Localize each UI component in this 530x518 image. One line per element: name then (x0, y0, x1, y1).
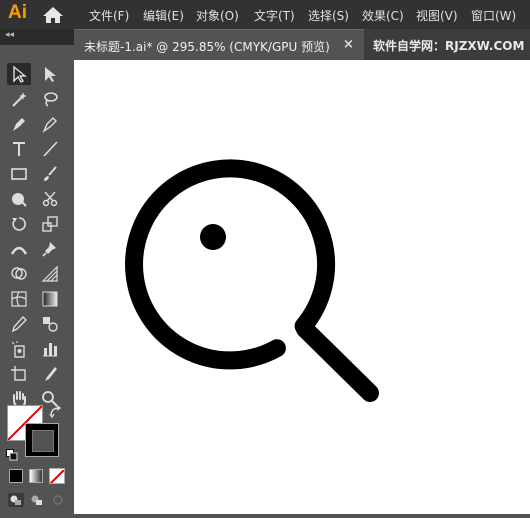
menu-object[interactable]: 对象(O) (196, 7, 239, 24)
line-segment-tool[interactable] (38, 138, 62, 160)
blend-tool[interactable] (38, 313, 62, 335)
pen-icon (13, 118, 25, 131)
slice-icon (45, 367, 57, 381)
artboard-canvas[interactable] (74, 60, 530, 514)
paintbrush-tool[interactable] (38, 163, 62, 185)
symbol-sprayer-tool[interactable] (7, 338, 31, 360)
lasso-icon (44, 92, 58, 107)
app-logo: Ai (8, 2, 27, 23)
selection-tool[interactable] (7, 63, 31, 85)
symbol-sprayer-icon (11, 341, 25, 358)
swap-fill-stroke-icon[interactable] (49, 404, 63, 423)
menu-bar: Ai 文件(F) 编辑(E) 对象(O) 文字(T) 选择(S) 效果(C) 视… (0, 0, 530, 29)
scissors-tool[interactable] (38, 188, 62, 210)
shape-builder-tool[interactable] (7, 263, 31, 285)
magic-wand-icon (12, 92, 27, 107)
color-mode-button[interactable] (9, 469, 23, 483)
magnifier-with-dot-icon[interactable] (74, 60, 530, 514)
magic-wand-tool[interactable] (7, 88, 31, 110)
direct-selection-icon (45, 67, 56, 82)
direct-selection-tool[interactable] (38, 63, 62, 85)
gradient-mode-button[interactable] (29, 469, 43, 483)
gradient-tool[interactable] (38, 288, 62, 310)
stroke-swatch[interactable] (25, 423, 59, 457)
rotate-icon (12, 217, 26, 231)
slice-tool[interactable] (38, 363, 62, 385)
none-slash-icon (50, 469, 64, 483)
menu-file[interactable]: 文件(F) (89, 7, 129, 24)
rotate-tool[interactable] (7, 213, 31, 235)
menu-window[interactable]: 窗口(W) (471, 7, 516, 24)
document-tab[interactable]: 未标题-1.ai* @ 295.85% (CMYK/GPU 预览) × (74, 29, 364, 61)
eyedropper-tool[interactable] (7, 313, 31, 335)
shaper-tool[interactable] (7, 188, 31, 210)
menu-edit[interactable]: 编辑(E) (143, 7, 184, 24)
collapse-icon: ◂◂ (5, 30, 15, 40)
shape-builder-icon (11, 267, 27, 280)
paintbrush-icon (44, 166, 57, 181)
width-tool[interactable] (7, 238, 31, 260)
artboard-tool[interactable] (7, 363, 31, 385)
pen-tool[interactable] (7, 113, 31, 135)
lasso-tool[interactable] (38, 88, 62, 110)
type-tool[interactable] (7, 138, 31, 160)
close-tab-icon[interactable]: × (343, 37, 354, 52)
watermark-text: 软件自学网：RJZXW.COM (373, 39, 525, 53)
scissors-icon (42, 191, 58, 207)
draw-behind-icon[interactable] (29, 492, 45, 511)
curvature-tool[interactable] (38, 113, 62, 135)
column-graph-tool[interactable] (38, 338, 62, 360)
rectangle-tool[interactable] (7, 163, 31, 185)
magnifier-handle[interactable] (296, 320, 379, 402)
puppet-warp-tool[interactable] (38, 238, 62, 260)
draw-inside-icon[interactable] (50, 492, 66, 511)
menu-type[interactable]: 文字(T) (254, 7, 295, 24)
document-tab-title: 未标题-1.ai* @ 295.85% (CMYK/GPU 预览) (84, 40, 330, 54)
rectangle-icon (11, 168, 27, 180)
gradient-icon (42, 291, 58, 307)
menu-view[interactable]: 视图(V) (416, 7, 458, 24)
perspective-grid-icon (41, 265, 58, 282)
column-graph-icon (43, 343, 57, 357)
width-icon (10, 246, 28, 255)
pin-icon (42, 242, 56, 257)
eyedropper-icon (11, 315, 27, 333)
draw-normal-icon[interactable] (8, 492, 24, 511)
perspective-grid-tool[interactable] (38, 263, 62, 285)
panel-collapse-button[interactable]: ◂◂ (0, 29, 74, 45)
curvature-pen-icon (42, 117, 57, 133)
tools-panel (0, 45, 74, 514)
lens-dot[interactable] (200, 224, 226, 250)
mesh-tool[interactable] (7, 288, 31, 310)
line-segment-icon (43, 141, 58, 157)
menu-effect[interactable]: 效果(C) (362, 7, 404, 24)
mesh-icon (11, 291, 27, 307)
selection-arrow-icon (13, 65, 27, 83)
shaper-icon (12, 193, 27, 207)
blend-icon (43, 317, 58, 332)
none-mode-button[interactable] (49, 468, 65, 484)
menu-select[interactable]: 选择(S) (308, 7, 349, 24)
scale-icon (42, 216, 58, 232)
scale-tool[interactable] (38, 213, 62, 235)
home-icon[interactable] (42, 6, 64, 28)
default-fill-stroke-icon[interactable] (6, 446, 18, 465)
type-icon (13, 142, 25, 156)
artboard-icon (11, 366, 26, 381)
